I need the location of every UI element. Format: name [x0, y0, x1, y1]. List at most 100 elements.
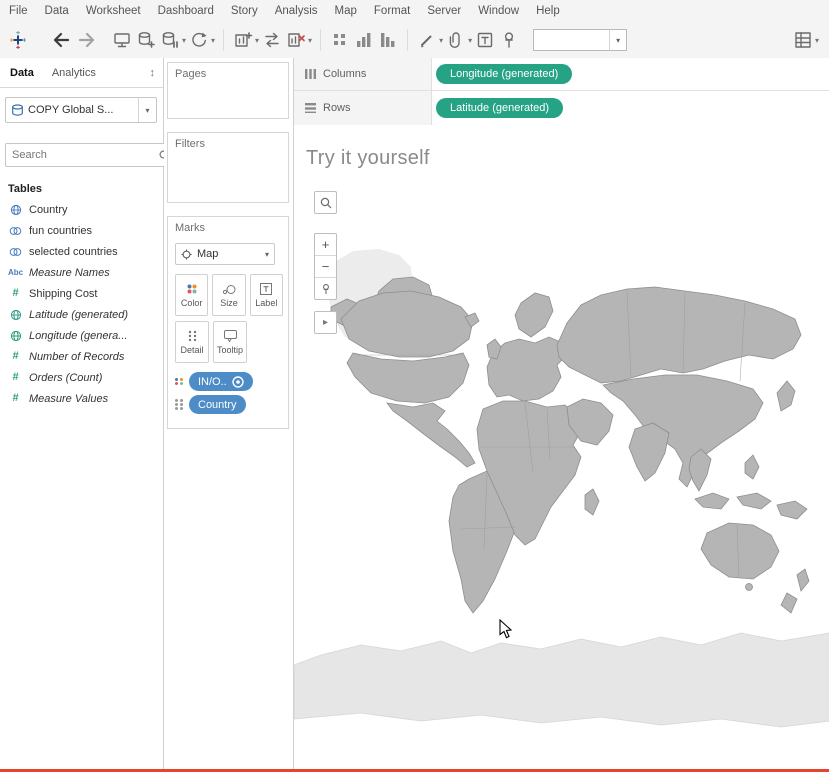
new-data-source-button[interactable]: [134, 26, 158, 54]
pill-in-out[interactable]: IN/O..: [189, 372, 253, 391]
fix-axes-button[interactable]: [497, 26, 521, 54]
tab-data[interactable]: Data: [10, 67, 34, 79]
columns-shelf-label: Columns: [323, 68, 366, 80]
menu-data[interactable]: Data: [45, 5, 69, 17]
menu-analysis[interactable]: Analysis: [275, 5, 318, 17]
chevron-down-icon[interactable]: ▾: [308, 36, 312, 45]
menu-file[interactable]: File: [9, 5, 28, 17]
menu-map[interactable]: Map: [335, 5, 357, 17]
filters-shelf[interactable]: Filters: [167, 132, 289, 203]
pause-auto-updates-button[interactable]: [158, 26, 182, 54]
chevron-down-icon[interactable]: ▾: [439, 36, 443, 45]
menu-worksheet[interactable]: Worksheet: [86, 5, 141, 17]
pill-latitude-generated[interactable]: Latitude (generated): [436, 98, 563, 118]
field-longitude-generated[interactable]: Longitude (genera...: [0, 325, 163, 346]
highlighter-button[interactable]: [415, 26, 439, 54]
highlight-icon: [330, 30, 350, 50]
field-label: selected countries: [29, 246, 118, 258]
detail-button[interactable]: Detail: [175, 321, 209, 363]
sort-descending-button[interactable]: [376, 26, 400, 54]
chevron-down-icon[interactable]: ▾: [255, 36, 259, 45]
menu-dashboard[interactable]: Dashboard: [158, 5, 214, 17]
chevron-down-icon[interactable]: ▾: [609, 30, 626, 50]
field-orders-count[interactable]: # Orders (Count): [0, 367, 163, 388]
label-button[interactable]: Label: [250, 274, 283, 316]
menu-window[interactable]: Window: [478, 5, 519, 17]
size-button[interactable]: Size: [212, 274, 245, 316]
pill-country[interactable]: Country: [189, 395, 246, 414]
marks-card-title: Marks: [175, 222, 283, 234]
fit-selector[interactable]: ▾: [533, 29, 627, 51]
chevron-down-icon[interactable]: ▾: [182, 36, 186, 45]
field-fun-countries[interactable]: fun countries: [0, 220, 163, 241]
field-country[interactable]: Country: [0, 199, 163, 220]
mark-type-value: Map: [197, 248, 260, 260]
field-measure-values[interactable]: # Measure Values: [0, 388, 163, 409]
swap-rows-columns-button[interactable]: [260, 26, 284, 54]
zoom-home-pin-icon[interactable]: [315, 277, 336, 299]
field-label: Longitude (genera...: [29, 330, 127, 342]
field-number-of-records[interactable]: # Number of Records: [0, 346, 163, 367]
new-worksheet-button[interactable]: [231, 26, 255, 54]
undo-icon: [49, 30, 71, 50]
color-shelf-icon: [175, 378, 185, 385]
world-map[interactable]: [294, 129, 829, 769]
globe-icon: [8, 309, 23, 321]
redo-button[interactable]: [76, 26, 100, 54]
paperclip-icon: [446, 30, 466, 50]
rows-shelf[interactable]: Rows Latitude (generated): [294, 91, 829, 126]
field-selected-countries[interactable]: selected countries: [0, 241, 163, 262]
chevron-down-icon[interactable]: ▾: [265, 250, 269, 259]
redo-icon: [77, 30, 99, 50]
chevron-down-icon[interactable]: ▾: [138, 98, 156, 122]
field-label: fun countries: [29, 225, 92, 237]
menu-format[interactable]: Format: [374, 5, 410, 17]
tab-analytics[interactable]: Analytics: [52, 67, 96, 79]
refresh-button[interactable]: [187, 26, 211, 54]
pane-swap-icon[interactable]: ↕: [150, 67, 156, 79]
chevron-down-icon[interactable]: ▾: [211, 36, 215, 45]
show-mark-labels-button[interactable]: [473, 26, 497, 54]
mark-type-selector[interactable]: Map ▾: [175, 243, 275, 265]
search-input[interactable]: [6, 149, 154, 161]
pill-label: Country: [198, 399, 237, 411]
show-me-icon: [793, 30, 813, 50]
field-measure-names[interactable]: Abc Measure Names: [0, 262, 163, 283]
highlight-button[interactable]: [328, 26, 352, 54]
chevron-down-icon[interactable]: ▾: [468, 36, 472, 45]
undo-button[interactable]: [48, 26, 72, 54]
clear-sheet-button[interactable]: [284, 26, 308, 54]
format-workbook-button[interactable]: [444, 26, 468, 54]
chevron-down-icon[interactable]: ▾: [815, 36, 819, 45]
toolbar-separator: [223, 29, 224, 51]
tooltip-button[interactable]: Tooltip: [213, 321, 247, 363]
map-tools-expander[interactable]: ▸: [314, 311, 337, 334]
sort-descending-icon: [378, 30, 398, 50]
field-latitude-generated[interactable]: Latitude (generated): [0, 304, 163, 325]
menu-help[interactable]: Help: [536, 5, 560, 17]
zoom-out-button[interactable]: −: [315, 255, 336, 277]
save-button[interactable]: [110, 26, 134, 54]
data-source-selector[interactable]: COPY Global S... ▾: [5, 97, 157, 123]
data-pane: Data Analytics ↕ COPY Global S... ▾: [0, 58, 164, 769]
visibility-eye-icon[interactable]: [232, 376, 244, 388]
tables-header: Tables: [8, 183, 163, 195]
pill-longitude-generated[interactable]: Longitude (generated): [436, 64, 572, 84]
pill-label: IN/O..: [198, 376, 227, 388]
pages-shelf[interactable]: Pages: [167, 62, 289, 119]
field-shipping-cost[interactable]: # Shipping Cost: [0, 283, 163, 304]
swap-axes-icon: [262, 30, 282, 50]
map-canvas[interactable]: Try it yourself: [294, 125, 829, 769]
columns-shelf[interactable]: Columns Longitude (generated): [294, 58, 829, 91]
map-search-control[interactable]: [314, 191, 337, 214]
sort-ascending-button[interactable]: [352, 26, 376, 54]
menu-story[interactable]: Story: [231, 5, 258, 17]
menu-server[interactable]: Server: [427, 5, 461, 17]
tableau-logo-button[interactable]: [6, 26, 30, 54]
label-icon: [260, 283, 272, 295]
show-me-button[interactable]: [791, 26, 815, 54]
data-pane-tabs: Data Analytics ↕: [0, 58, 163, 88]
color-button[interactable]: Color: [175, 274, 208, 316]
field-label: Measure Names: [29, 267, 110, 279]
zoom-in-button[interactable]: +: [315, 234, 336, 255]
